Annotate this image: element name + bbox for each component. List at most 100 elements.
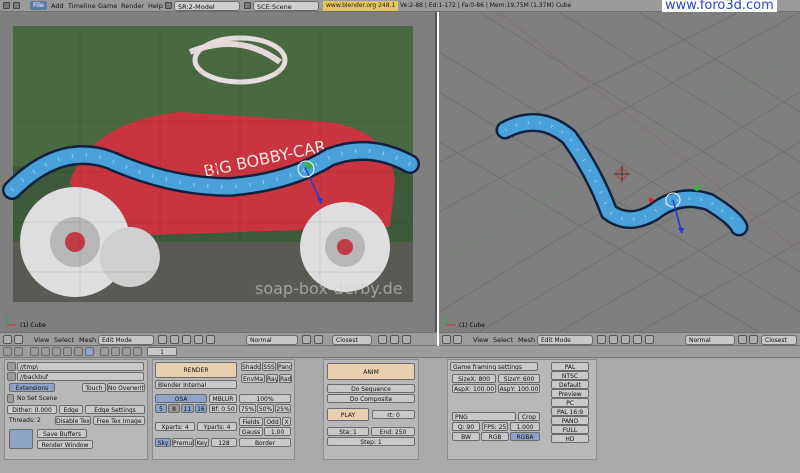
menu-help[interactable]: Help — [148, 2, 163, 10]
end-frame-field[interactable]: End: 250 — [371, 427, 415, 436]
dither-field[interactable]: Dither: 0.000 — [7, 405, 57, 414]
vertex-select-icon[interactable] — [170, 335, 179, 344]
aspect-x-field[interactable]: AspX: 100.00 — [452, 384, 496, 393]
fields-toggle[interactable]: Fields — [239, 417, 263, 426]
crop-toggle[interactable]: Crop — [518, 412, 540, 421]
fps-field[interactable]: FPS: 25 — [482, 422, 508, 431]
rgba-toggle[interactable]: RGBA — [510, 432, 540, 441]
menu-view[interactable]: View — [34, 336, 49, 344]
preset-pal-169[interactable]: PAL 16:9 — [551, 407, 589, 416]
extensions-toggle[interactable]: Extensions — [9, 383, 55, 392]
path-browse-icon-1[interactable] — [7, 362, 16, 371]
snap-icon[interactable] — [314, 335, 323, 344]
logic-icon[interactable] — [30, 347, 39, 356]
rt-field[interactable]: rt: 0 — [372, 410, 415, 419]
proportional-icon[interactable] — [302, 335, 311, 344]
anim-button[interactable]: ANIM — [327, 363, 415, 380]
render-buttons-icon[interactable] — [100, 347, 109, 356]
edge-settings-button[interactable]: Edge Settings — [85, 405, 145, 414]
current-frame-field[interactable]: 1 — [147, 347, 177, 356]
menu-mesh[interactable]: Mesh — [79, 336, 96, 344]
preset-preview[interactable]: Preview — [551, 389, 589, 398]
scene-browse-icon[interactable] — [244, 2, 251, 9]
start-frame-field[interactable]: Sta: 1 — [327, 427, 369, 436]
edge-select-icon-right[interactable] — [621, 335, 630, 344]
mblur-toggle[interactable]: MBLUR — [209, 394, 237, 403]
face-select-icon[interactable] — [194, 335, 203, 344]
scene-field[interactable]: SCE:Scene — [253, 1, 319, 11]
gauss-toggle[interactable]: Gauss — [239, 427, 263, 436]
anim-buttons-icon[interactable] — [111, 347, 120, 356]
buttons-collapse-icon[interactable] — [14, 347, 23, 356]
preset-full[interactable]: FULL — [551, 425, 589, 434]
save-buffers-toggle[interactable]: Save Buffers — [37, 429, 87, 438]
menu-select-right[interactable]: Select — [493, 336, 513, 344]
render-window-select[interactable]: Render Window — [37, 440, 93, 449]
output-path-field[interactable]: //tmp\ — [17, 362, 144, 371]
edge-toggle[interactable]: Edge — [59, 405, 83, 414]
size-25-button[interactable]: 25% — [275, 404, 291, 413]
yparts-field[interactable]: Yparts: 4 — [197, 422, 237, 431]
osa-11[interactable]: 11 — [181, 404, 194, 413]
sss-toggle[interactable]: SSS — [262, 362, 276, 371]
free-tex-image-button[interactable]: Free Tex Image — [93, 416, 145, 425]
shading-select[interactable]: Normal — [246, 335, 298, 345]
render-engine-select[interactable]: Blender Internal — [155, 380, 237, 389]
size-x-field[interactable]: SizeX: 800 — [452, 374, 496, 383]
script-icon[interactable] — [41, 347, 50, 356]
render-preview-icon[interactable] — [390, 335, 399, 344]
window-type-icon[interactable] — [3, 2, 10, 9]
viewport-left[interactable]: BIG BOBBY-CAR soap-box-derby.de (1) Cube — [0, 12, 437, 332]
key-value-field[interactable]: 128 — [211, 438, 237, 447]
editor-type-icon-right[interactable] — [442, 335, 451, 344]
buttons-editor-icon[interactable] — [3, 347, 12, 356]
shadow-toggle[interactable]: Shado — [241, 362, 261, 371]
size-75-button[interactable]: 75% — [239, 404, 256, 413]
menu-game[interactable]: Game — [98, 2, 117, 10]
snap-mode-select[interactable]: Closest — [332, 335, 372, 345]
occlude-icon[interactable] — [206, 335, 215, 344]
shading-select-right[interactable]: Normal — [685, 335, 735, 345]
key-toggle[interactable]: Key — [195, 438, 209, 447]
border-toggle[interactable]: Border — [239, 438, 291, 447]
menu-add[interactable]: Add — [51, 2, 64, 10]
edge-select-icon[interactable] — [182, 335, 191, 344]
preset-ntsc[interactable]: NTSC — [551, 371, 589, 380]
osa-16[interactable]: 16 — [195, 404, 207, 413]
pivot-icon[interactable] — [158, 335, 167, 344]
blender-url[interactable]: www.blender.org 248.1 — [323, 1, 399, 11]
quality-field[interactable]: Q: 90 — [452, 422, 480, 431]
disable-tex-toggle[interactable]: Disable Tex — [55, 416, 91, 425]
step-field[interactable]: Step: 1 — [327, 437, 415, 446]
preset-pc[interactable]: PC — [551, 398, 589, 407]
render-display-icon[interactable] — [9, 429, 33, 449]
preset-pano[interactable]: PANO — [551, 416, 589, 425]
viewport-right[interactable]: (1) Cube — [439, 12, 800, 332]
world-buttons-icon[interactable] — [133, 347, 142, 356]
do-composite-toggle[interactable]: Do Composite — [327, 394, 415, 403]
osa-toggle[interactable]: OSA — [155, 394, 207, 403]
size-100-button[interactable]: 100% — [239, 394, 291, 403]
proportional-icon-right[interactable] — [738, 335, 747, 344]
touch-toggle[interactable]: Touch — [82, 383, 106, 392]
scene-icon[interactable] — [85, 347, 94, 356]
preset-default[interactable]: Default — [551, 380, 589, 389]
menu-timeline[interactable]: Timeline — [68, 2, 96, 10]
object-icon[interactable] — [63, 347, 72, 356]
screen-field[interactable]: SR:2-Model — [174, 1, 240, 11]
backbuf-path-field[interactable]: //backbuf — [17, 372, 144, 381]
size-50-button[interactable]: 50% — [257, 404, 274, 413]
menu-view-right[interactable]: View — [473, 336, 488, 344]
premul-toggle[interactable]: Premul — [172, 438, 194, 447]
camera-icon[interactable] — [402, 335, 411, 344]
face-select-icon-right[interactable] — [633, 335, 642, 344]
pano-toggle[interactable]: Pano — [277, 362, 292, 371]
collapse-header-icon-right[interactable] — [453, 335, 462, 344]
rgb-toggle[interactable]: RGB — [481, 432, 509, 441]
occlude-icon-right[interactable] — [645, 335, 654, 344]
ray-toggle[interactable]: Ray — [266, 374, 278, 383]
fps-base-field[interactable]: 1.000 — [510, 422, 540, 431]
preset-select[interactable]: Game framing settings — [450, 362, 538, 371]
aspect-y-field[interactable]: AspY: 100.00 — [498, 384, 540, 393]
size-y-field[interactable]: SizeY: 600 — [498, 374, 540, 383]
